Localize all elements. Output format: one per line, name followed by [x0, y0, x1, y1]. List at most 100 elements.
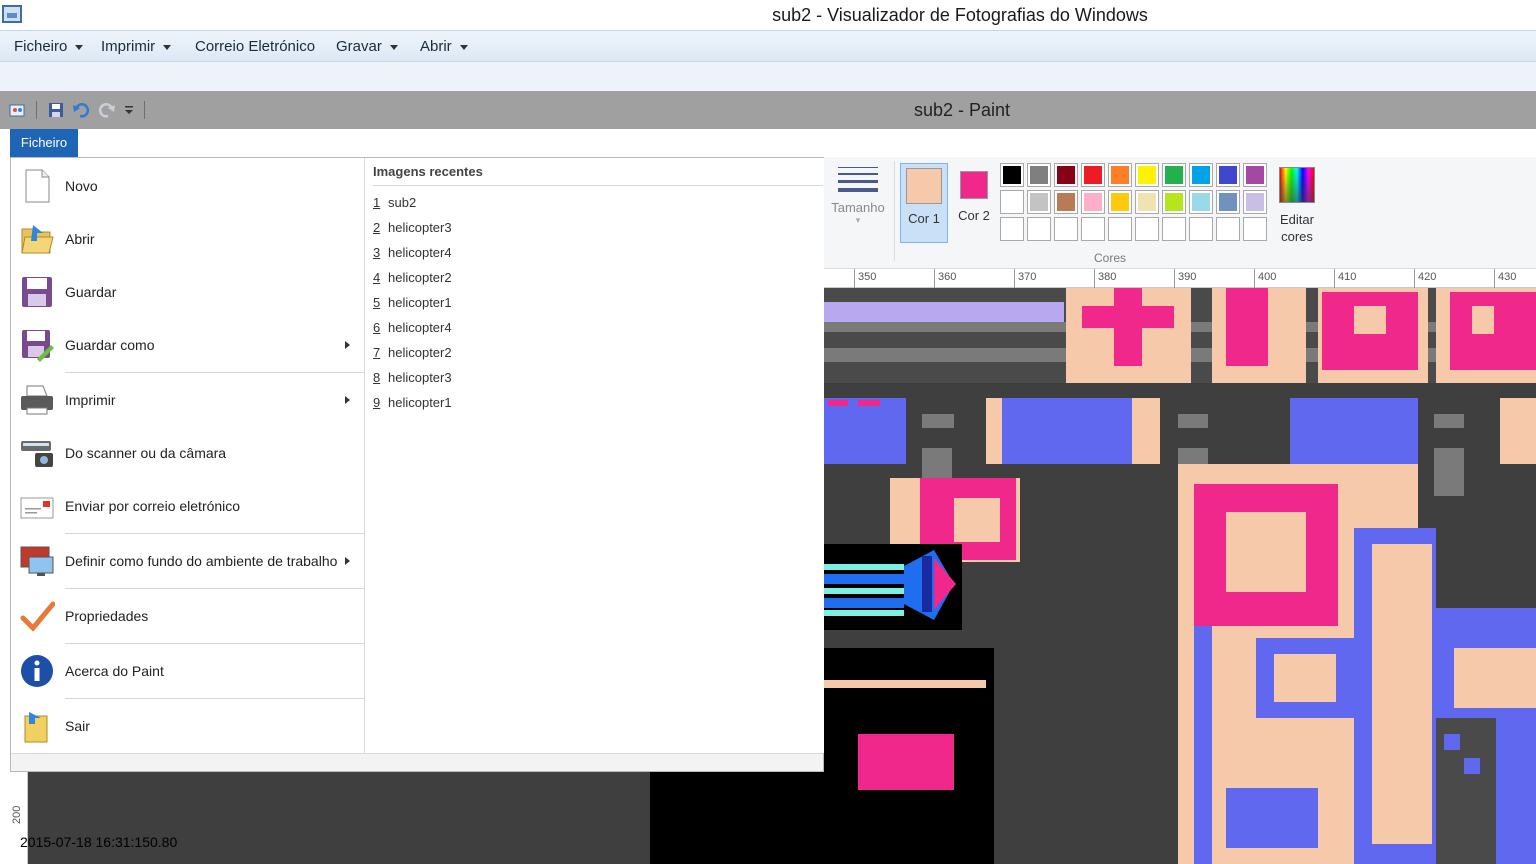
swatch-fill [1192, 193, 1210, 211]
menu-item-guardar-como[interactable]: Guardar como [11, 319, 364, 372]
menu-item-imprimir[interactable]: Imprimir [11, 374, 364, 427]
palette-swatch[interactable] [1216, 163, 1240, 187]
palette-swatch[interactable] [1216, 190, 1240, 214]
swatch-fill [1084, 166, 1102, 184]
palette-swatch[interactable] [1081, 163, 1105, 187]
palette-custom-slot[interactable] [1135, 217, 1159, 241]
recent-item[interactable]: 6 helicopter4 [373, 320, 813, 342]
swatch-fill [1138, 220, 1156, 238]
color2-label: Cor 2 [958, 208, 990, 223]
menu-item-guardar[interactable]: Guardar [11, 266, 364, 319]
menu-abrir[interactable]: Abrir [420, 38, 468, 55]
menu-item-sair[interactable]: Sair [11, 700, 364, 753]
recent-item[interactable]: 7 helicopter2 [373, 345, 813, 367]
colors-group-label: Cores [1094, 251, 1127, 265]
palette-swatch[interactable] [1243, 163, 1267, 187]
palette-swatch[interactable] [1081, 190, 1105, 214]
palette-swatch[interactable] [1243, 190, 1267, 214]
ruler-label: 420 [1418, 271, 1437, 283]
palette-swatch[interactable] [1000, 190, 1024, 214]
edit-colors-label: Editar cores [1280, 212, 1314, 244]
color1-swatch [906, 168, 942, 204]
swatch-fill [1003, 193, 1021, 211]
palette-swatch[interactable] [1054, 163, 1078, 187]
menu-ficheiro[interactable]: Ficheiro [14, 38, 84, 55]
menu-imprimir[interactable]: Imprimir [101, 38, 172, 55]
swatch-fill [1030, 220, 1048, 238]
palette-swatch[interactable] [1162, 163, 1186, 187]
recent-item[interactable]: 5 helicopter1 [373, 295, 813, 317]
menu-item-scanner[interactable]: Do scanner ou da câmara [11, 427, 364, 480]
swatch-fill [1057, 166, 1075, 184]
swatch-fill [1246, 166, 1264, 184]
palette-custom-slot[interactable] [1081, 217, 1105, 241]
swatch-fill [1165, 166, 1183, 184]
palette-swatch[interactable] [1000, 163, 1024, 187]
ribbon-separator [894, 161, 895, 261]
recent-item[interactable]: 2 helicopter3 [373, 220, 813, 242]
menu-item-abrir[interactable]: Abrir [11, 213, 364, 266]
menu-item-enviar-email[interactable]: Enviar por correio eletrónico [11, 480, 364, 533]
swatch-fill [1030, 166, 1048, 184]
menu-item-propriedades[interactable]: Propriedades [11, 590, 364, 643]
menu-gravar[interactable]: Gravar [336, 38, 398, 55]
canvas-lower-area [28, 772, 824, 864]
menu-correio-eletronico[interactable]: Correio Eletrónico [195, 38, 315, 55]
photo-viewer-titlebar: sub2 - Visualizador de Fotografias do Wi… [0, 0, 1536, 30]
swatch-fill [1084, 220, 1102, 238]
checkmark-properties-icon [20, 601, 55, 632]
recent-images-heading: Imagens recentes [373, 164, 823, 186]
palette-swatch[interactable] [1027, 163, 1051, 187]
pixel-art-image-lower [650, 772, 824, 864]
swatch-fill [1111, 220, 1129, 238]
recent-item[interactable]: 9 helicopter1 [373, 395, 813, 417]
swatch-fill [1219, 220, 1237, 238]
palette-custom-slot[interactable] [1162, 217, 1186, 241]
palette-custom-slot[interactable] [1108, 217, 1132, 241]
color2-swatch [960, 171, 988, 199]
color2-button[interactable]: Cor 2 [950, 163, 998, 243]
palette-swatch[interactable] [1135, 190, 1159, 214]
palette-custom-slot[interactable] [1054, 217, 1078, 241]
size-tool[interactable]: Tamanho ▾ [830, 163, 886, 226]
menu-separator [65, 643, 364, 644]
recent-item[interactable]: 4 helicopter2 [373, 270, 813, 292]
ruler-label: 360 [938, 271, 957, 283]
palette-swatch[interactable] [1189, 190, 1213, 214]
palette-swatch[interactable] [1054, 190, 1078, 214]
drawing-canvas[interactable] [824, 288, 1536, 864]
recent-item[interactable]: 1 sub2 [373, 195, 813, 217]
palette-swatch[interactable] [1189, 163, 1213, 187]
paint-titlebar: sub2 - Paint [0, 91, 1536, 129]
palette-swatch[interactable] [1108, 163, 1132, 187]
info-icon [21, 655, 53, 687]
palette-custom-slot[interactable] [1216, 217, 1240, 241]
chevron-down-icon [75, 44, 84, 50]
palette-custom-slot[interactable] [1027, 217, 1051, 241]
menu-item-novo[interactable]: Novo [11, 160, 364, 213]
recent-item[interactable]: 3 helicopter4 [373, 245, 813, 267]
submenu-arrow-icon [345, 341, 350, 349]
menu-item-acerca[interactable]: Acerca do Paint [11, 645, 364, 698]
edit-colors-button[interactable]: Editar cores [1274, 163, 1320, 245]
palette-swatch[interactable] [1027, 190, 1051, 214]
palette-custom-slot[interactable] [1189, 217, 1213, 241]
palette-custom-slot[interactable] [1243, 217, 1267, 241]
palette-swatch[interactable] [1108, 190, 1132, 214]
swatch-fill [1111, 193, 1129, 211]
swatch-fill [1246, 220, 1264, 238]
file-tab[interactable]: Ficheiro [10, 129, 78, 157]
photo-viewer-title: sub2 - Visualizador de Fotografias do Wi… [772, 5, 1148, 25]
swatch-fill [1057, 193, 1075, 211]
color1-button[interactable]: Cor 1 [900, 163, 948, 243]
exit-icon [24, 712, 48, 743]
swatch-fill [1003, 220, 1021, 238]
palette-swatch[interactable] [1162, 190, 1186, 214]
ruler-label: 380 [1098, 271, 1117, 283]
pixel-art-image [824, 288, 1536, 864]
swatch-fill [1030, 193, 1048, 211]
palette-custom-slot[interactable] [1000, 217, 1024, 241]
palette-swatch[interactable] [1135, 163, 1159, 187]
menu-item-fundo-ambiente[interactable]: Definir como fundo do ambiente de trabal… [11, 535, 364, 588]
recent-item[interactable]: 8 helicopter3 [373, 370, 813, 392]
